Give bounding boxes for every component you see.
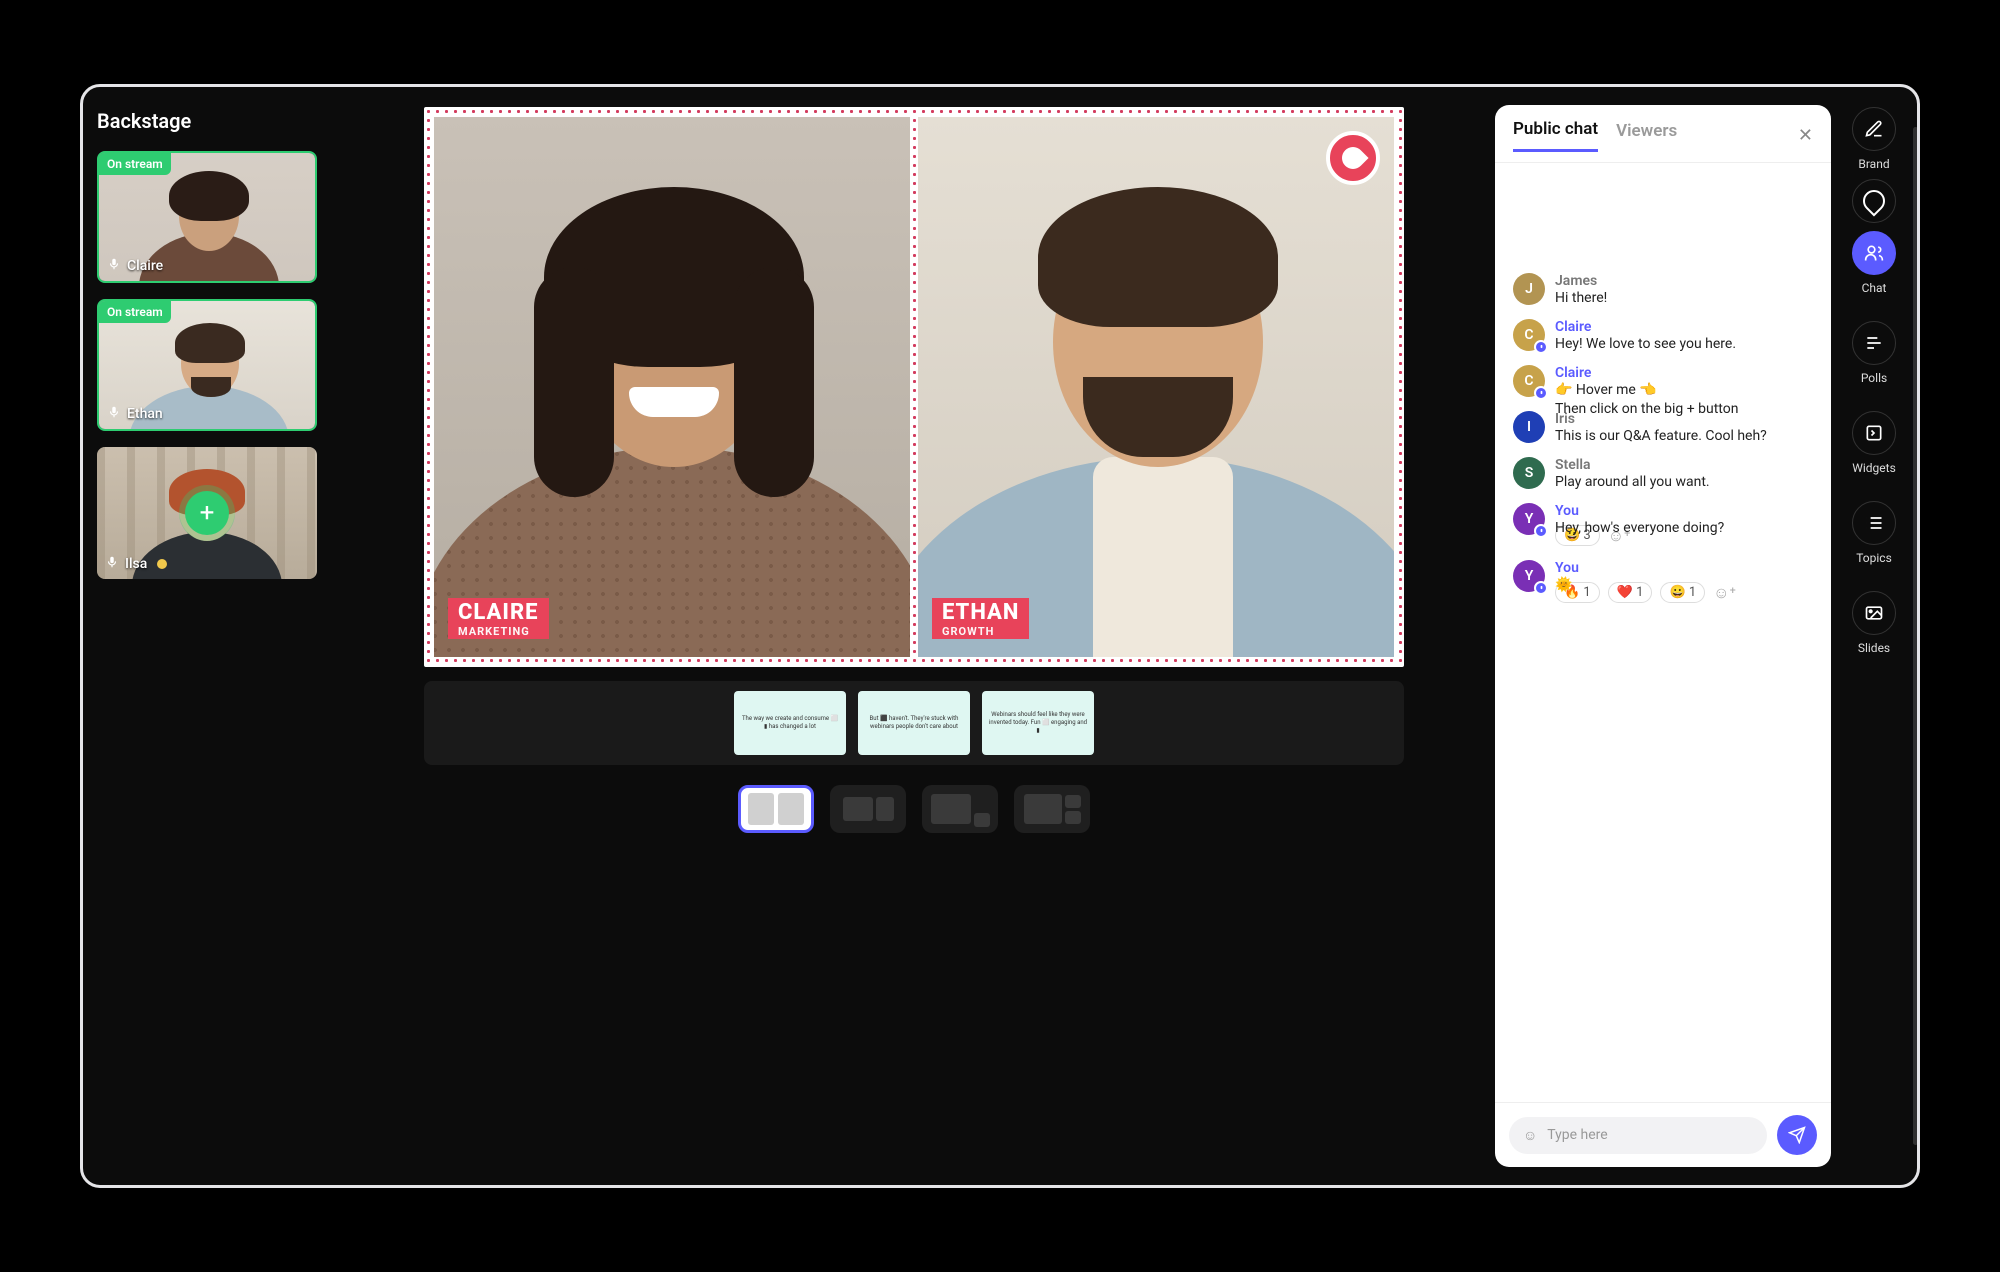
chat-composer: ☺ Type here — [1495, 1102, 1831, 1167]
layout-switcher — [738, 785, 1090, 833]
backstage-panel: Backstage On stream Claire On stream — [83, 87, 343, 1185]
chat-panel: Public chat Viewers ✕ J JamesHi there! C Cl… — [1495, 105, 1831, 1167]
layout-big-small[interactable] — [830, 785, 906, 833]
status-away-icon — [157, 559, 167, 569]
tab-viewers[interactable]: Viewers — [1616, 121, 1677, 151]
chat-message: YYouHey, how's everyone doing?😀 3☺⁺ — [1513, 503, 1813, 546]
rail-label: Polls — [1861, 371, 1887, 385]
name-tag: ETHAN GROWTH — [932, 598, 1029, 639]
avatar: Y — [1513, 560, 1545, 592]
rail-label: Topics — [1856, 551, 1892, 565]
slide-thumbnails: The way we create and consume ⬜ ▮ has ch… — [424, 681, 1404, 765]
host-badge-icon — [1534, 386, 1548, 400]
message-body: Hey! We love to see you here. — [1555, 335, 1736, 354]
layout-pip[interactable] — [922, 785, 998, 833]
avatar: J — [1513, 273, 1545, 305]
rail-label: Chat — [1862, 281, 1887, 295]
chat-message: C ClaireHey! We love to see you here. — [1513, 319, 1813, 351]
microphone-icon — [107, 257, 121, 275]
reactions: 🔥 1❤️ 1😀 1☺⁺ — [1555, 582, 1736, 603]
video-feed-claire[interactable]: CLAIRE MARKETING — [434, 117, 910, 657]
chat-placeholder: Type here — [1547, 1127, 1607, 1143]
backstage-title: Backstage — [97, 109, 329, 133]
rail-slides[interactable]: Slides — [1852, 591, 1896, 655]
message-body: 🌞 — [1555, 576, 1572, 595]
app-window: Backstage On stream Claire On stream — [80, 84, 1920, 1188]
chat-message: CClaire👉 Hover me 👈Then click on the big… — [1513, 365, 1813, 397]
message-author: Claire — [1555, 365, 1591, 381]
rail-brand[interactable]: Brand — [1852, 107, 1896, 171]
message-author: James — [1555, 273, 1597, 289]
message-body: Play around all you want. — [1555, 473, 1710, 492]
microphone-icon — [105, 555, 119, 573]
brand-badge-icon — [1326, 131, 1380, 185]
host-badge-icon — [1534, 340, 1548, 354]
message-author: Stella — [1555, 457, 1591, 473]
layout-sidebar[interactable] — [1014, 785, 1090, 833]
tab-public-chat[interactable]: Public chat — [1513, 119, 1598, 152]
rail-label: Brand — [1858, 157, 1889, 171]
reaction-pill[interactable]: ❤️ 1 — [1608, 582, 1653, 603]
message-body: Hi there! — [1555, 289, 1607, 308]
message-author: You — [1555, 503, 1631, 519]
right-rail: Brand Chat Polls Widgets Topics Slides — [1831, 87, 1917, 1185]
message-body: Hey, how's everyone doing? — [1555, 519, 1724, 538]
rail-label: Slides — [1858, 641, 1890, 655]
backstage-tile-claire[interactable]: On stream Claire — [97, 151, 317, 283]
backstage-tile-name: Claire — [127, 258, 163, 274]
host-badge-icon — [1534, 524, 1548, 538]
backstage-tile-ethan[interactable]: On stream Ethan — [97, 299, 317, 431]
name-tag: CLAIRE MARKETING — [448, 598, 549, 639]
add-reaction-icon[interactable]: ☺⁺ — [1713, 583, 1736, 603]
rail-speech[interactable] — [1852, 179, 1896, 223]
avatar: C — [1513, 365, 1545, 397]
message-body: 👉 Hover me 👈Then click on the big + butt… — [1555, 381, 1738, 419]
avatar: S — [1513, 457, 1545, 489]
message-body: This is our Q&A feature. Cool heh? — [1555, 427, 1767, 446]
slide-thumb[interactable]: But ⬛ haven't. They're stuck with webina… — [858, 691, 970, 755]
chat-messages: JJamesHi there!CClaireHey! We love to se… — [1495, 163, 1831, 1102]
rail-topics[interactable]: Topics — [1852, 501, 1896, 565]
on-stream-badge: On stream — [99, 301, 171, 323]
message-author: You — [1555, 560, 1736, 576]
rail-widgets[interactable]: Widgets — [1852, 411, 1896, 475]
rail-polls[interactable]: Polls — [1852, 321, 1896, 385]
emoji-icon[interactable]: ☺ — [1523, 1127, 1537, 1144]
backstage-tile-name: Ilsa — [125, 556, 147, 572]
rail-label: Widgets — [1852, 461, 1896, 475]
message-author: Claire — [1555, 319, 1591, 335]
chat-message: YYou🌞🔥 1❤️ 1😀 1☺⁺ — [1513, 560, 1813, 603]
chat-message: S StellaPlay around all you want. — [1513, 457, 1813, 489]
add-to-stream-button[interactable]: + — [185, 491, 229, 535]
reaction-pill[interactable]: 😀 1 — [1660, 582, 1705, 603]
send-button[interactable] — [1777, 1115, 1817, 1155]
host-badge-icon — [1534, 581, 1548, 595]
chat-input[interactable]: ☺ Type here — [1509, 1117, 1767, 1154]
rail-chat[interactable]: Chat — [1852, 231, 1896, 295]
stage-canvas: CLAIRE MARKETING ETHAN — [424, 107, 1404, 667]
video-feed-ethan[interactable]: ETHAN GROWTH — [918, 117, 1394, 657]
slide-thumb[interactable]: The way we create and consume ⬜ ▮ has ch… — [734, 691, 846, 755]
chat-tabs: Public chat Viewers ✕ — [1495, 105, 1831, 163]
backstage-tile-name: Ethan — [127, 406, 163, 422]
slide-thumb[interactable]: Webinars should feel like they were inve… — [982, 691, 1094, 755]
avatar: Y — [1513, 503, 1545, 535]
chat-message: J JamesHi there! — [1513, 273, 1813, 305]
backstage-tile-ilsa[interactable]: + Ilsa — [97, 447, 317, 579]
stage-area: CLAIRE MARKETING ETHAN — [343, 87, 1495, 1185]
avatar: C — [1513, 319, 1545, 351]
layout-split[interactable] — [738, 785, 814, 833]
microphone-icon — [107, 405, 121, 423]
on-stream-badge: On stream — [99, 153, 171, 175]
close-icon[interactable]: ✕ — [1798, 125, 1813, 146]
avatar: I — [1513, 411, 1545, 443]
